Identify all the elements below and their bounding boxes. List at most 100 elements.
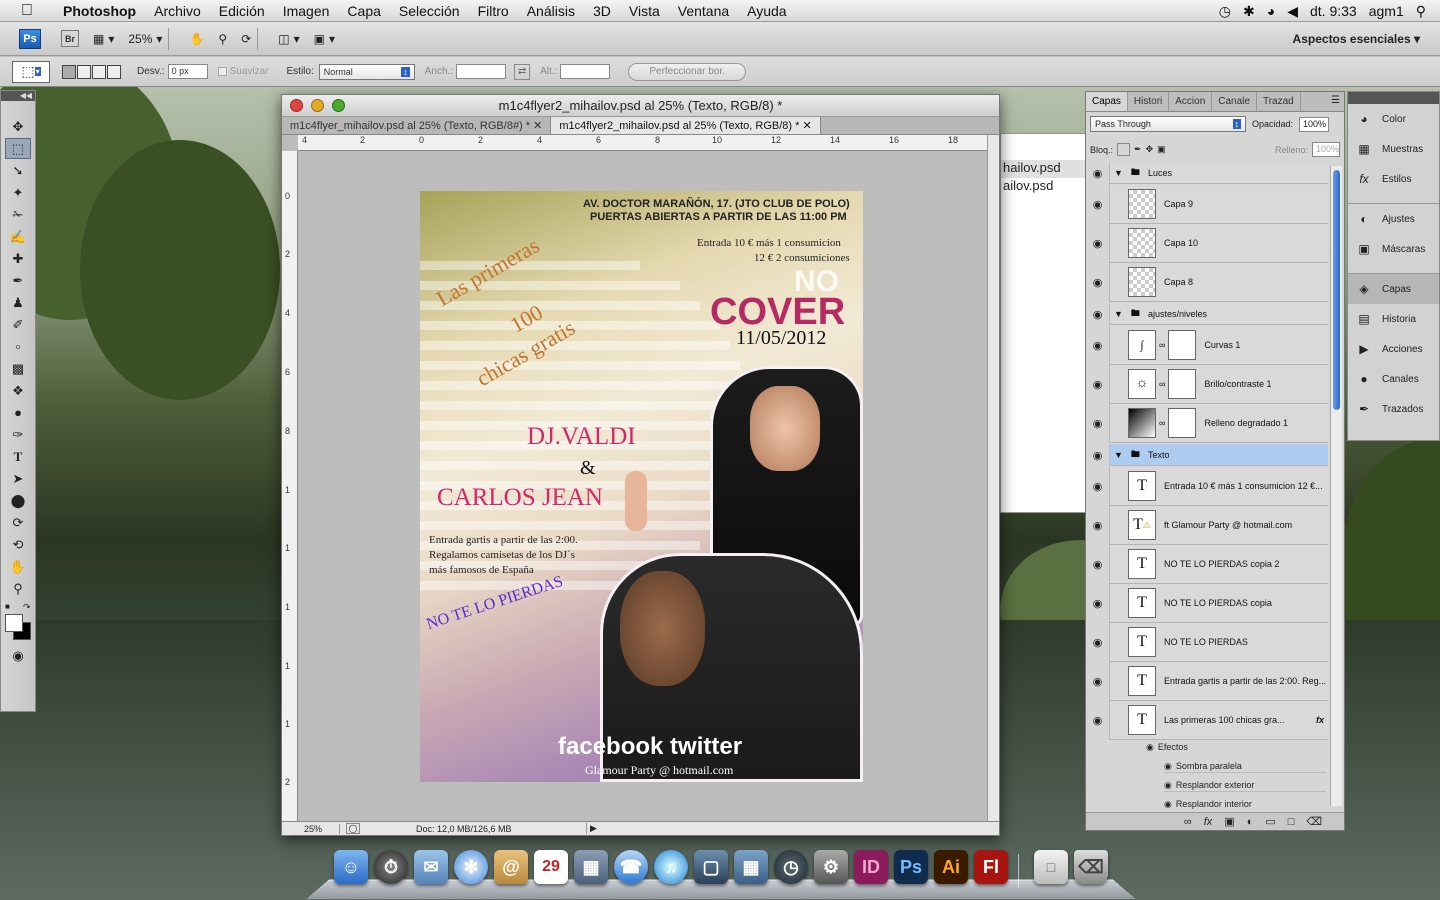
hand-tool-icon[interactable]: ✋ [5, 556, 31, 577]
dodge-tool-icon[interactable]: ● [5, 402, 31, 423]
scroll-thumb[interactable] [1333, 170, 1340, 410]
bridge-launch-button[interactable]: Br [61, 30, 79, 47]
time-machine-icon[interactable]: ◷ [1219, 3, 1231, 20]
dashboard-icon[interactable]: ⏱ [374, 850, 408, 884]
safari-icon[interactable]: ✻ [454, 850, 488, 884]
visibility-eye-icon[interactable]: ◉ [1086, 545, 1110, 584]
close-tab-icon[interactable]: ✕ [802, 120, 811, 132]
shape-tool-icon[interactable]: ⬤ [5, 490, 31, 511]
intersect-selection-button[interactable] [107, 64, 121, 79]
visibility-eye-icon[interactable]: ◉ [1086, 623, 1110, 662]
photoshop-dock-icon[interactable]: Ps [894, 850, 928, 884]
effect-inner-glow[interactable]: ◉ Resplandor interior [1164, 799, 1326, 810]
system-preferences-icon[interactable]: ⚙ [814, 850, 848, 884]
mail-icon[interactable]: ✉ [414, 850, 448, 884]
menu-3d[interactable]: 3D [584, 3, 620, 19]
flash-icon[interactable]: Fl [974, 850, 1008, 884]
refine-edge-button[interactable]: Perfeccionar bor. [628, 62, 746, 81]
finder-icon[interactable]: ☺ [334, 850, 368, 884]
layer-group-ajustes[interactable]: ▼ 🖿 ajustes/niveles [1110, 303, 1328, 325]
layer-text-entrada[interactable]: T Entrada 10 € más 1 consumicion 12 €... [1110, 467, 1328, 506]
menu-edicion[interactable]: Edición [210, 3, 274, 19]
menu-archivo[interactable]: Archivo [145, 3, 210, 19]
new-selection-button[interactable] [62, 64, 76, 79]
layer-text-las-primeras[interactable]: T Las primeras 100 chicas gra... fx [1110, 701, 1328, 740]
workspace-switcher[interactable]: Aspectos esenciales ▾ [1293, 32, 1420, 46]
lock-all-icon[interactable]: ▣ [1157, 144, 1166, 155]
3d-rotate-tool-icon[interactable]: ⟳ [5, 512, 31, 533]
lasso-tool-icon[interactable]: ➘ [5, 160, 31, 181]
menu-app-name[interactable]: Photoshop [54, 3, 145, 19]
bluetooth-icon[interactable]: ✱ [1243, 3, 1255, 20]
visibility-eye-icon[interactable]: ◉ [1146, 742, 1154, 753]
panel-color[interactable]: ◕ Color [1348, 104, 1439, 134]
spotlight-icon[interactable]: ⚲ [1416, 3, 1426, 20]
minimize-window-icon[interactable] [311, 99, 324, 112]
default-colors-icon[interactable]: ■ [5, 602, 10, 611]
background-window-item[interactable]: hailov.psd [1001, 160, 1085, 178]
status-info-icon[interactable]: ◯ [346, 823, 360, 834]
link-layers-icon[interactable]: ∞ [1184, 816, 1192, 828]
disclosure-triangle-icon[interactable]: ▼ [1114, 168, 1123, 178]
status-zoom[interactable]: 25% [282, 823, 340, 834]
panel-masks[interactable]: ▣ Máscaras [1348, 234, 1439, 264]
width-input[interactable] [456, 64, 507, 79]
visibility-eye-icon[interactable]: ◉ [1086, 662, 1110, 701]
swap-colors-icon[interactable]: ↷ [23, 602, 31, 613]
panel-adjustments[interactable]: ◐ Ajustes [1348, 204, 1439, 234]
eyedropper-tool-icon[interactable]: ✍ [5, 226, 31, 247]
tools-panel-header[interactable]: ◀◀ [1, 91, 35, 101]
panel-actions[interactable]: ▶ Acciones [1348, 334, 1439, 364]
marquee-tool-icon[interactable]: ⬚ [5, 138, 31, 159]
eraser-tool-icon[interactable]: ▫ [5, 336, 31, 357]
layer-capa-8[interactable]: Capa 8 [1110, 263, 1328, 302]
menu-user[interactable]: agm1 [1369, 3, 1404, 19]
hand-tool-button[interactable]: ✋ [189, 32, 204, 46]
tab-capas[interactable]: Capas [1086, 92, 1128, 111]
add-selection-button[interactable] [77, 64, 91, 79]
visibility-eye-icon[interactable]: ◉ [1086, 467, 1110, 506]
panel-swatches[interactable]: ▦ Muestras [1348, 134, 1439, 164]
blend-mode-select[interactable]: Pass Through ↕ [1090, 116, 1246, 132]
visibility-eye-icon[interactable]: ◉ [1086, 162, 1110, 184]
panel-history[interactable]: ▤ Historia [1348, 304, 1439, 334]
effect-drop-shadow[interactable]: ◉ Sombra paralela [1164, 761, 1326, 773]
new-group-icon[interactable]: ▭ [1265, 815, 1275, 828]
ichat-icon[interactable]: ☎ [614, 850, 648, 884]
new-layer-icon[interactable]: □ [1288, 816, 1295, 828]
subtract-selection-button[interactable] [92, 64, 106, 79]
zoom-tool-icon[interactable]: ⚲ [5, 578, 31, 599]
panel-styles[interactable]: fx Estilos [1348, 164, 1439, 194]
spaces-icon[interactable]: ▦ [734, 850, 768, 884]
pen-tool-icon[interactable]: ✑ [5, 424, 31, 445]
lock-position-icon[interactable]: ✥ [1146, 144, 1154, 155]
fx-icon[interactable]: fx [1316, 715, 1324, 725]
document-tab-2[interactable]: m1c4flyer2_mihailov.psd al 25% (Texto, R… [551, 117, 821, 134]
tab-canales[interactable]: Canale [1212, 92, 1257, 111]
adjustment-layer-icon[interactable]: ◐ [1247, 816, 1254, 828]
type-tool-icon[interactable]: T [5, 446, 31, 467]
layer-text-glamour[interactable]: T ⚠ ft Glamour Party @ hotmail.com [1110, 506, 1328, 545]
zoom-tool-button[interactable]: ⚲ [218, 32, 227, 46]
menu-filtro[interactable]: Filtro [469, 3, 518, 19]
time-machine-dock-icon[interactable]: ◷ [774, 850, 808, 884]
ical-icon[interactable]: 29 [534, 850, 568, 884]
tab-trazados[interactable]: Trazad [1257, 92, 1301, 111]
menu-capa[interactable]: Capa [338, 3, 389, 19]
feather-input[interactable]: 0 px [167, 64, 208, 79]
flyer-artwork[interactable]: AV. DOCTOR MARAÑÓN, 17. (JTO CLUB DE POL… [420, 191, 863, 782]
visibility-eye-icon[interactable]: ◉ [1086, 326, 1110, 365]
visibility-eye-icon[interactable]: ◉ [1086, 263, 1110, 302]
fill-input[interactable]: 100% [1312, 142, 1340, 157]
rotate-view-button[interactable]: ⟳ [241, 32, 251, 46]
lock-image-icon[interactable]: ✒ [1134, 144, 1142, 155]
add-mask-icon[interactable]: ▣ [1224, 815, 1234, 828]
panel-paths[interactable]: ✒ Trazados [1348, 394, 1439, 424]
canvas-area[interactable]: AV. DOCTOR MARAÑÓN, 17. (JTO CLUB DE POL… [298, 151, 987, 821]
panel-layers[interactable]: ◈ Capas [1348, 274, 1439, 304]
clone-stamp-tool-icon[interactable]: ♟ [5, 292, 31, 313]
visibility-eye-icon[interactable]: ◉ [1086, 365, 1110, 404]
style-select[interactable]: Normal ↕ [318, 63, 415, 80]
volume-icon[interactable]: ◀ [1287, 3, 1298, 20]
tool-preset-picker[interactable]: ⬚ ▾ [12, 60, 50, 83]
